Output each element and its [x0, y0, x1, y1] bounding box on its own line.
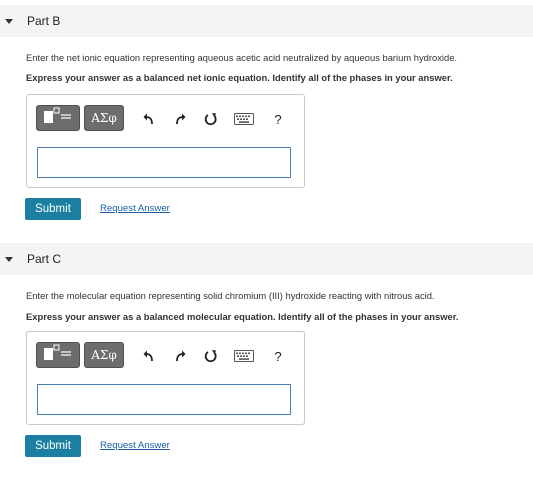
symbols-button[interactable]: ΑΣφ — [84, 105, 124, 131]
part-title: Part C — [27, 252, 62, 266]
redo-icon[interactable] — [172, 348, 188, 364]
question-instruction: Enter the net ionic equation representin… — [26, 52, 458, 63]
answer-editor: ΑΣφ ? — [26, 331, 305, 425]
collapse-caret-icon[interactable] — [5, 257, 13, 262]
answer-input[interactable] — [37, 147, 291, 178]
help-icon[interactable]: ? — [270, 111, 286, 127]
request-answer-link[interactable]: Request Answer — [100, 203, 170, 214]
editor-toolbar: ΑΣφ — [36, 342, 124, 368]
answer-format-instruction: Express your answer as a balanced molecu… — [26, 311, 459, 322]
submit-button[interactable]: Submit — [25, 435, 81, 457]
undo-icon[interactable] — [141, 111, 157, 127]
templates-button[interactable] — [36, 342, 80, 368]
part-b-header[interactable]: Part B — [0, 5, 533, 37]
answer-input[interactable] — [37, 384, 291, 415]
part-title: Part B — [27, 14, 61, 28]
undo-icon[interactable] — [141, 348, 157, 364]
keyboard-icon[interactable] — [233, 111, 255, 127]
editor-toolbar: ΑΣφ — [36, 105, 124, 131]
keyboard-icon[interactable] — [233, 348, 255, 364]
redo-icon[interactable] — [172, 111, 188, 127]
answer-format-instruction: Express your answer as a balanced net io… — [26, 72, 453, 83]
templates-button[interactable] — [36, 105, 80, 131]
collapse-caret-icon[interactable] — [5, 19, 13, 24]
request-answer-link[interactable]: Request Answer — [100, 440, 170, 451]
reset-icon[interactable] — [203, 348, 219, 364]
templates-icon — [41, 344, 75, 367]
part-c-header[interactable]: Part C — [0, 243, 533, 275]
help-icon[interactable]: ? — [270, 348, 286, 364]
templates-icon — [41, 107, 75, 130]
submit-button[interactable]: Submit — [25, 198, 81, 220]
answer-editor: ΑΣφ ? — [26, 94, 305, 188]
reset-icon[interactable] — [203, 111, 219, 127]
question-instruction: Enter the molecular equation representin… — [26, 290, 435, 301]
symbols-button[interactable]: ΑΣφ — [84, 342, 124, 368]
